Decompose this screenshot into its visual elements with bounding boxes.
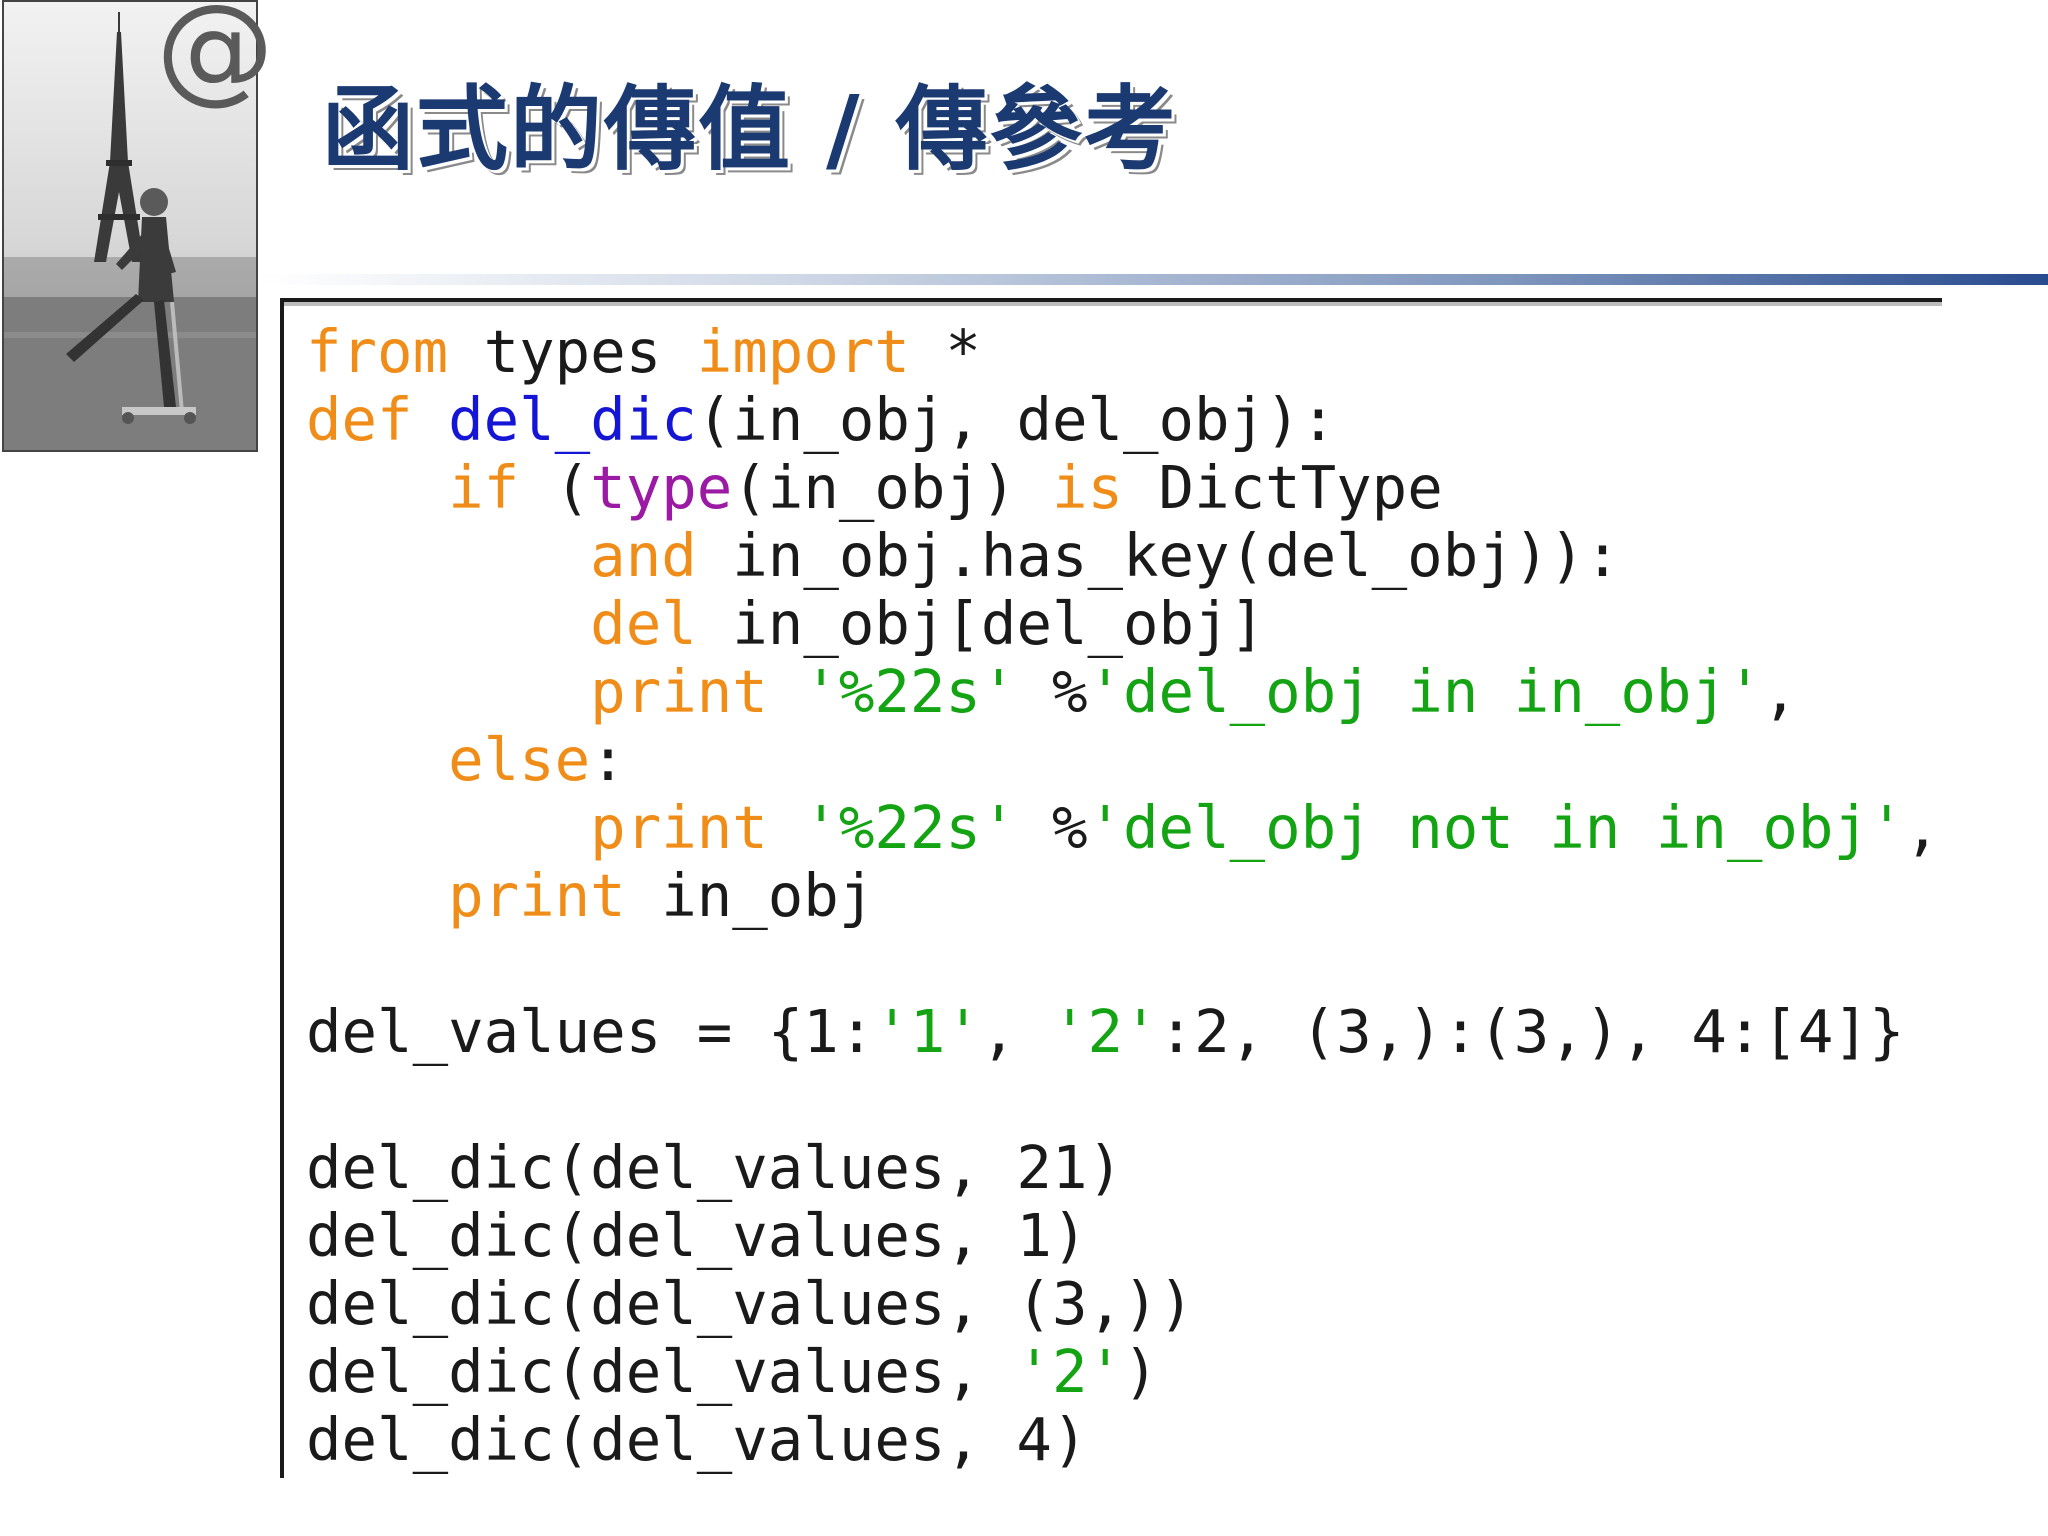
slide: @ 函式的傳值 / 傳參考 from types import * def del… bbox=[0, 0, 2048, 1536]
code-line: del in_obj[del_obj] bbox=[306, 590, 1940, 658]
code-screenshot: from types import * def del_dic(in_obj, d… bbox=[280, 298, 1942, 1478]
code-line: and in_obj.has_key(del_obj)): bbox=[306, 522, 1940, 590]
code-line: del_dic(del_values, 21) bbox=[306, 1134, 1940, 1202]
title-divider bbox=[258, 274, 2048, 285]
code-token: '2' bbox=[1051, 997, 1159, 1066]
code-token: '1' bbox=[874, 997, 981, 1066]
code-token: (in_obj) bbox=[732, 453, 1052, 522]
code-token: def bbox=[306, 385, 413, 454]
code-token: if bbox=[448, 453, 520, 522]
code-token: from bbox=[306, 317, 449, 386]
code-token: del bbox=[590, 589, 697, 658]
code-token: types bbox=[448, 317, 697, 386]
code-block: from types import * def del_dic(in_obj, d… bbox=[306, 318, 1940, 1474]
code-line: print in_obj bbox=[306, 862, 1940, 930]
at-logo: @ bbox=[156, 0, 274, 116]
code-line: print '%22s' %'del_obj in in_obj', bbox=[306, 658, 1940, 726]
code-token: del_dic(del_values, 21) bbox=[306, 1133, 1123, 1202]
code-line: del_values = {1:'1', '2':2, (3,):(3,), 4… bbox=[306, 998, 1940, 1066]
code-token: type bbox=[590, 453, 733, 522]
code-token: import bbox=[696, 317, 910, 386]
code-token: del_dic bbox=[448, 385, 697, 454]
code-token: DictType bbox=[1123, 453, 1443, 522]
code-token: else bbox=[448, 725, 591, 794]
code-token: 'del_obj in in_obj' bbox=[1087, 657, 1763, 726]
code-token: % bbox=[1016, 657, 1088, 726]
code-token: (in_obj, del_obj): bbox=[696, 385, 1337, 454]
code-token: '2' bbox=[1016, 1337, 1123, 1406]
code-token: '%22s' bbox=[803, 793, 1017, 862]
code-token: 'del_obj not in in_obj' bbox=[1087, 793, 1905, 862]
code-token: :2, (3,):(3,), 4:[4]} bbox=[1158, 997, 1905, 1066]
code-line: print '%22s' %'del_obj not in in_obj', bbox=[306, 794, 1940, 862]
code-line: del_dic(del_values, 4) bbox=[306, 1406, 1940, 1474]
code-token: is bbox=[1051, 453, 1124, 522]
code-token: del_dic(del_values, bbox=[306, 1337, 1017, 1406]
code-token: ( bbox=[519, 453, 591, 522]
code-token: del_dic(del_values, (3,)) bbox=[306, 1269, 1195, 1338]
code-token: and bbox=[590, 521, 697, 590]
code-token: '%22s' bbox=[803, 657, 1017, 726]
code-line: from types import * bbox=[306, 318, 1940, 386]
code-token: print bbox=[448, 861, 626, 930]
code-line: del_dic(del_values, 1) bbox=[306, 1202, 1940, 1270]
code-token: in_obj[del_obj] bbox=[696, 589, 1266, 658]
code-line: del_dic(del_values, (3,)) bbox=[306, 1270, 1940, 1338]
code-token: ) bbox=[1123, 1337, 1159, 1406]
code-line: if (type(in_obj) is DictType bbox=[306, 454, 1940, 522]
code-token: del_values = {1: bbox=[306, 997, 875, 1066]
code-token: , bbox=[1762, 657, 1798, 726]
code-token: del_dic(del_values, 4) bbox=[306, 1405, 1088, 1474]
code-token: * bbox=[909, 317, 981, 386]
code-token: : bbox=[590, 725, 626, 794]
code-token: in_obj bbox=[625, 861, 875, 930]
code-token: % bbox=[1016, 793, 1088, 862]
code-token: print bbox=[590, 793, 768, 862]
code-token: del_dic(del_values, 1) bbox=[306, 1201, 1088, 1270]
code-token: print bbox=[590, 657, 768, 726]
code-token: in_obj.has_key(del_obj)): bbox=[696, 521, 1621, 590]
slide-title: 函式的傳值 / 傳參考 bbox=[322, 75, 1178, 183]
code-line: else: bbox=[306, 726, 1940, 794]
code-token: , bbox=[980, 997, 1052, 1066]
code-line: def del_dic(in_obj, del_obj): bbox=[306, 386, 1940, 454]
code-line: del_dic(del_values, '2') bbox=[306, 1338, 1940, 1406]
code-token: , bbox=[1904, 793, 1941, 862]
